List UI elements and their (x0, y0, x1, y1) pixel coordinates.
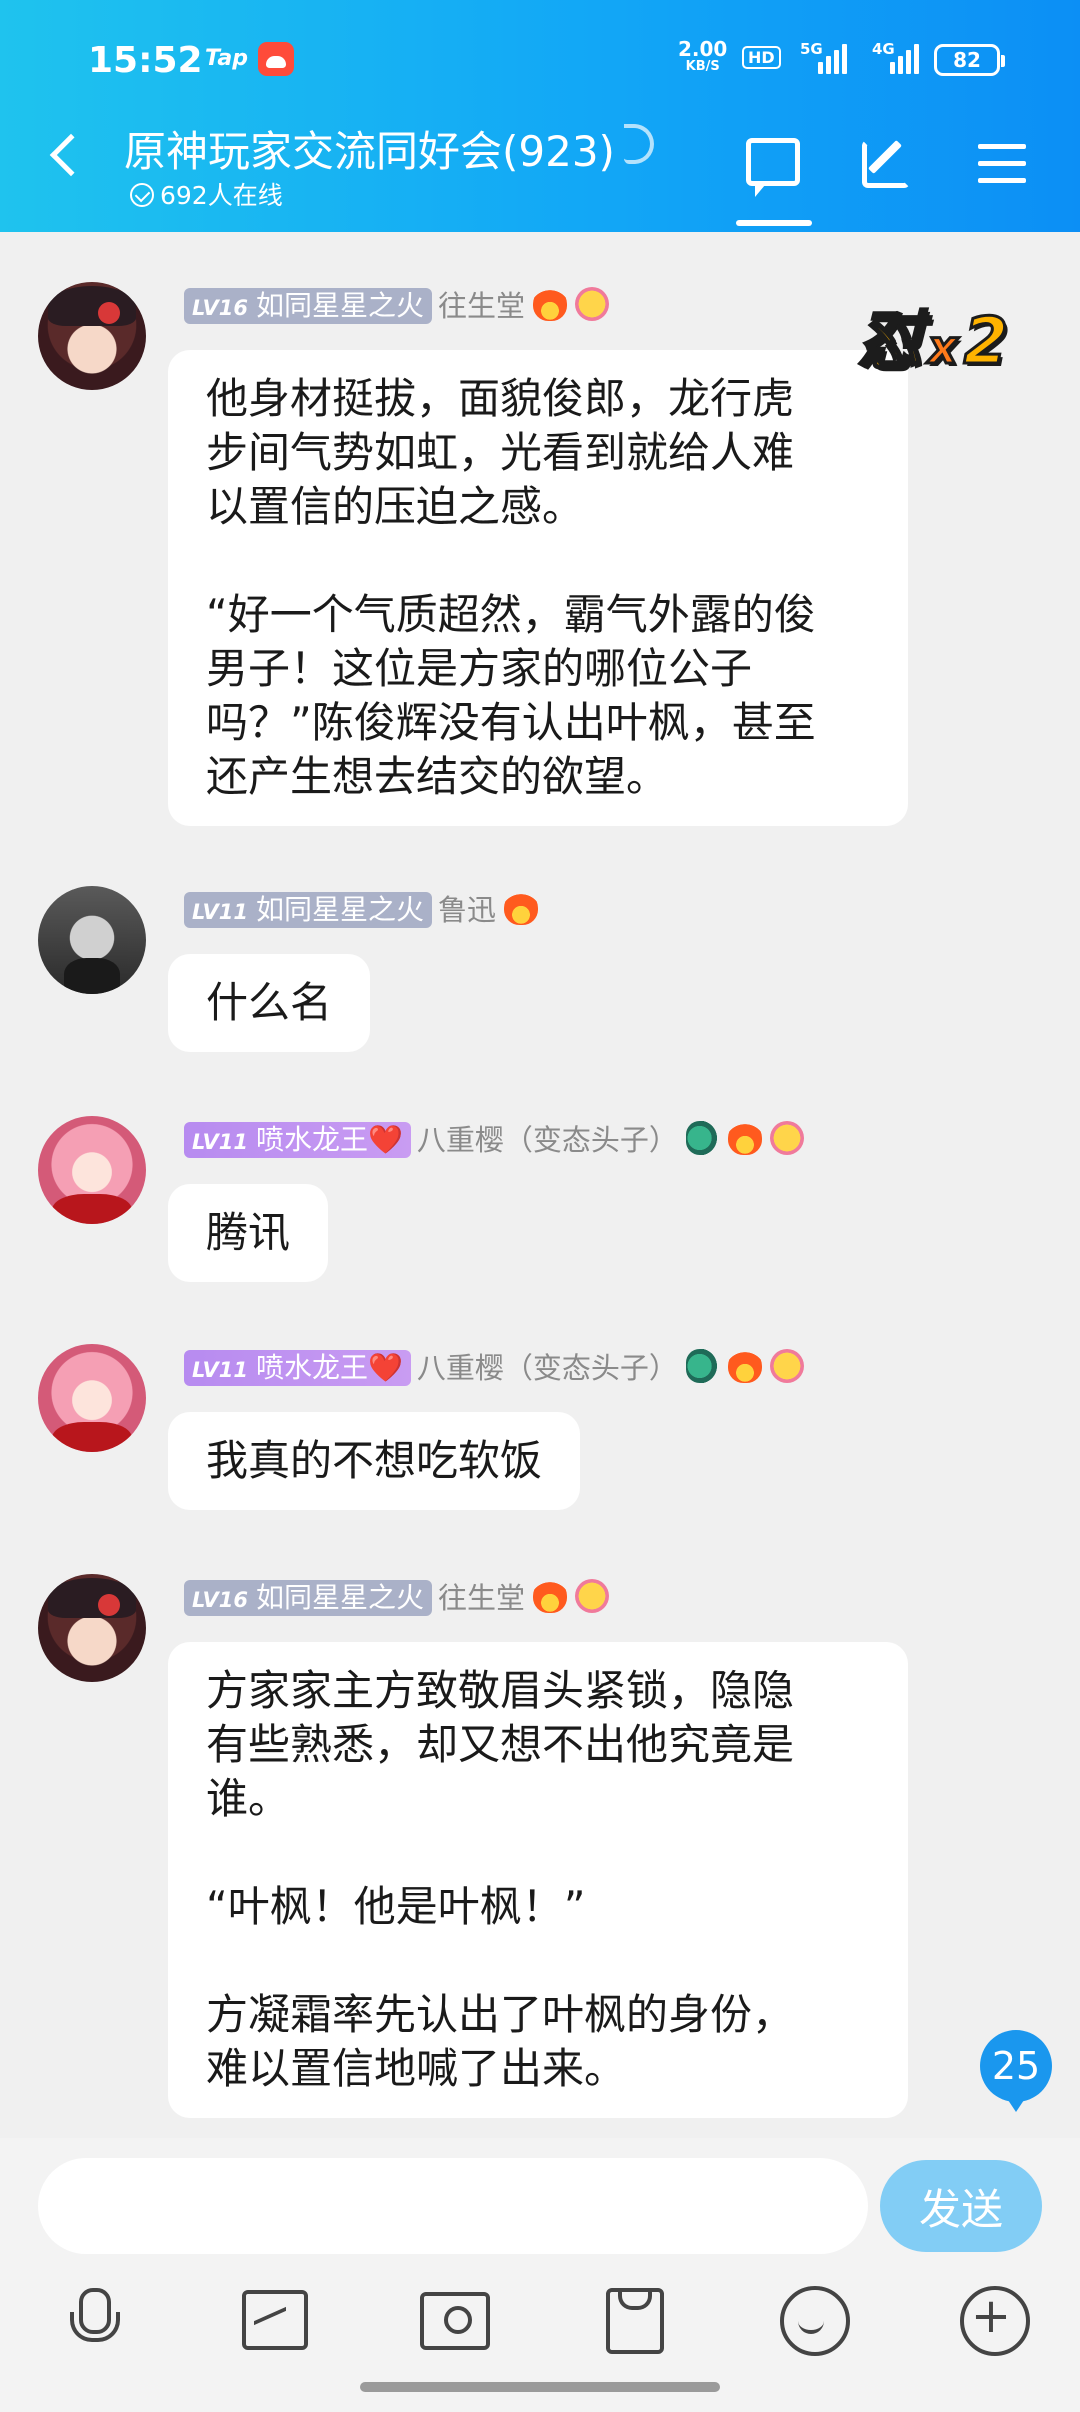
level-text: LV16 (192, 1588, 248, 1612)
edit-icon[interactable] (862, 140, 910, 188)
smile-flower-icon (575, 287, 609, 321)
dragon-icon (686, 1121, 720, 1155)
badge-title: 喷水龙王❤️ (256, 1351, 403, 1384)
level-text: LV11 (192, 1130, 248, 1154)
tap-app-label: Tap (205, 46, 248, 71)
badge-title: 喷水龙王❤️ (256, 1123, 403, 1156)
home-indicator[interactable] (360, 2382, 720, 2392)
online-count-label: 692人在线 (160, 181, 283, 210)
sender-name[interactable]: 鲁迅 (438, 893, 496, 927)
dragon-icon (686, 1349, 720, 1383)
level-badge: LV11 喷水龙王❤️ (184, 1350, 411, 1386)
group-title[interactable]: 原神玩家交流同好会(923) (124, 118, 615, 179)
signal-bar (914, 44, 919, 74)
avatar[interactable] (38, 1344, 146, 1452)
back-arrow-icon[interactable] (50, 134, 92, 176)
image-icon[interactable] (236, 2282, 306, 2352)
message-bubble[interactable]: 方家家主方致敬眉头紧锁，隐隐 有些熟悉，却又想不出他究竟是 谁。 “叶枫！他是叶… (168, 1642, 908, 2118)
hd-icon: HD (742, 46, 781, 69)
fire-icon (504, 891, 538, 925)
online-check-icon (130, 183, 154, 207)
chat-bubble-icon[interactable] (746, 138, 800, 186)
badge-title: 如同星星之火 (256, 289, 424, 322)
fire-icon (728, 1349, 762, 1383)
microphone-icon[interactable] (56, 2282, 126, 2352)
status-bar: 15:52 Tap 2.00KB/S HD 5G 4G 82 (0, 30, 1080, 90)
level-badge: LV11 喷水龙王❤️ (184, 1122, 411, 1158)
message-bubble[interactable]: 我真的不想吃软饭 (168, 1412, 580, 1510)
signal-bar (826, 56, 831, 74)
hamburger-menu-icon[interactable] (978, 144, 1026, 184)
signal-bar (842, 44, 847, 74)
combo-text: 怼 (858, 305, 922, 379)
sender-name[interactable]: 八重樱（变态头子） (417, 1123, 678, 1157)
chat-header: 15:52 Tap 2.00KB/S HD 5G 4G 82 原神玩家交流同好会… (0, 0, 1080, 232)
red-packet-icon[interactable] (596, 2282, 666, 2352)
ear-icon[interactable] (624, 124, 654, 164)
level-badge: LV16 如同星星之火 (184, 1580, 432, 1616)
signal-bar (834, 50, 839, 74)
sender-name[interactable]: 八重樱（变态头子） (417, 1351, 678, 1385)
sender-name[interactable]: 往生堂 (438, 1581, 525, 1615)
sender-name[interactable]: 往生堂 (438, 289, 525, 323)
signal-4g-label: 4G (872, 40, 895, 58)
level-text: LV11 (192, 900, 248, 924)
smile-flower-icon (575, 1579, 609, 1613)
avatar[interactable] (38, 282, 146, 390)
signal-5g-label: 5G (800, 40, 823, 58)
sender-line: LV16 如同星星之火往生堂 (184, 1576, 609, 1616)
message-bubble[interactable]: 腾讯 (168, 1184, 328, 1282)
net-speed: 2.00KB/S (678, 40, 727, 76)
signal-bar (898, 56, 903, 74)
signal-4g-icon: 4G (872, 44, 916, 74)
badge-title: 如同星星之火 (256, 1581, 424, 1614)
signal-bar (890, 62, 895, 74)
input-bar: 发送 (0, 2138, 1080, 2412)
avatar[interactable] (38, 886, 146, 994)
signal-bar (906, 50, 911, 74)
unread-count-badge[interactable]: 25 (980, 2030, 1052, 2102)
combo-badge: 怼x2 (858, 290, 1008, 382)
sender-line: LV11 如同星星之火鲁迅 (184, 888, 538, 928)
sender-line: LV11 喷水龙王❤️ 八重樱（变态头子） (184, 1346, 804, 1386)
message-input[interactable] (38, 2158, 868, 2254)
avatar[interactable] (38, 1574, 146, 1682)
level-text: LV11 (192, 1358, 248, 1382)
battery-icon: 82 (934, 44, 1000, 76)
online-count[interactable]: 692人在线 (130, 176, 283, 212)
emoji-icon[interactable] (776, 2282, 846, 2352)
message-bubble[interactable]: 他身材挺拔，面貌俊郎，龙行虎 步间气势如虹，光看到就给人难 以置信的压迫之感。 … (168, 350, 908, 826)
active-tab-indicator (736, 220, 812, 226)
fire-icon (728, 1121, 762, 1155)
smile-flower-icon (770, 1121, 804, 1155)
status-time: 15:52 (88, 40, 203, 81)
message-bubble[interactable]: 什么名 (168, 954, 370, 1052)
avatar[interactable] (38, 1116, 146, 1224)
signal-5g-icon: 5G (800, 44, 844, 74)
fire-icon (533, 287, 567, 321)
plus-icon[interactable] (956, 2282, 1026, 2352)
combo-count: 2 (964, 305, 1009, 379)
send-button[interactable]: 发送 (880, 2160, 1042, 2252)
sender-line: LV11 喷水龙王❤️ 八重樱（变态头子） (184, 1118, 804, 1158)
level-badge: LV11 如同星星之火 (184, 892, 432, 928)
fire-icon (533, 1579, 567, 1613)
combo-x: x (928, 320, 958, 374)
smile-flower-icon (770, 1349, 804, 1383)
level-text: LV16 (192, 296, 248, 320)
signal-bar (818, 62, 823, 74)
camera-icon[interactable] (416, 2282, 486, 2352)
sender-line: LV16 如同星星之火往生堂 (184, 284, 609, 324)
badge-title: 如同星星之火 (256, 893, 424, 926)
level-badge: LV16 如同星星之火 (184, 288, 432, 324)
notification-app-icon (258, 42, 294, 76)
